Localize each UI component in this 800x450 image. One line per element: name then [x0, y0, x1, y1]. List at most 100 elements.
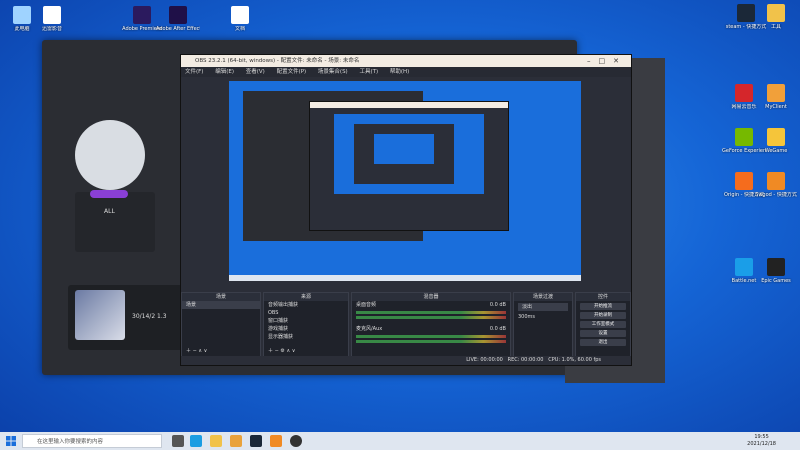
window-controls[interactable]: –□✕ — [587, 55, 627, 67]
app-icon — [231, 6, 249, 24]
app-icon — [13, 6, 31, 24]
app-icon — [133, 6, 151, 24]
start-recording-button[interactable]: 开始录制 — [580, 312, 626, 319]
start-streaming-button[interactable]: 开始推流 — [580, 303, 626, 310]
obs-title-bar: OBS 23.2.1 (64-bit, windows) - 配置文件: 未命名… — [181, 55, 631, 67]
app-icon — [767, 128, 785, 146]
desktop-icon-label: Epic Games — [761, 278, 791, 284]
desktop-icon[interactable]: WeGame — [754, 128, 798, 154]
source-item[interactable]: 音频输出捕获 — [264, 301, 348, 309]
mixer-dock-title: 混音器 — [352, 293, 510, 301]
windows-start-icon[interactable] — [6, 436, 16, 446]
task-view-icon[interactable] — [172, 435, 184, 447]
desktop-icon-label: 迅雷影音 — [41, 26, 62, 32]
app-icon[interactable] — [230, 435, 242, 447]
desktop-icon[interactable]: Epic Games — [754, 258, 798, 284]
app-icon — [767, 172, 785, 190]
user-rank-label: ALL — [104, 208, 115, 215]
app-icon — [767, 258, 785, 276]
user-stats: 30/14/2 1.3 — [132, 313, 167, 320]
menu-tools[interactable]: 工具(T) — [359, 69, 378, 75]
source-item[interactable]: 显示器捕获 — [264, 333, 348, 341]
app-icon — [735, 258, 753, 276]
clock-time: 19:55 — [754, 434, 769, 440]
taskbar: 在这里输入你要搜索的内容 19:55 2021/12/18 — [0, 432, 800, 450]
volume-slider[interactable] — [356, 316, 506, 319]
obs-status-bar: LIVE: 00:00:00 REC: 00:00:00 CPU: 1.0%, … — [181, 356, 631, 365]
volume-slider[interactable] — [356, 340, 506, 343]
mixer-channel-desktop: 桌面音频 0.0 dB — [352, 301, 510, 309]
channel-name: 麦克风/Aux — [356, 326, 383, 332]
exit-button[interactable]: 退出 — [580, 339, 626, 346]
profile-avatar — [75, 120, 145, 190]
taskbar-clock[interactable]: 19:55 2021/12/18 — [747, 434, 776, 448]
scene-item[interactable]: 场景 — [182, 301, 260, 309]
transition-select[interactable]: 淡出 — [518, 303, 568, 311]
sources-dock-title: 来源 — [264, 293, 348, 301]
desktop-icon[interactable]: 迅雷影音 — [30, 6, 74, 32]
clock-date: 2021/12/18 — [747, 441, 776, 447]
source-item[interactable]: 游戏捕获 — [264, 325, 348, 333]
desktop-icon-label: MyClient — [765, 104, 787, 110]
obs-icon[interactable] — [290, 435, 302, 447]
app-icon — [735, 128, 753, 146]
menu-profile[interactable]: 配置文件(P) — [277, 69, 307, 75]
sources-dock[interactable]: 来源 音频输出捕获 OBS 窗口捕获 游戏捕获 显示器捕获 ＋ − ⚙ ∧ ∨ — [263, 292, 349, 358]
menu-scene-collection[interactable]: 场景集合(S) — [318, 69, 348, 75]
desktop-icon-label: WeGame — [764, 148, 788, 154]
app-icon — [735, 84, 753, 102]
controls-dock[interactable]: 控件 开始推流 开始录制 工作室模式 设置 退出 — [575, 292, 631, 358]
obs-menu-bar: 文件(F) 编辑(E) 查看(V) 配置文件(P) 场景集合(S) 工具(T) … — [181, 67, 631, 77]
channel-level: 0.0 dB — [489, 302, 506, 308]
desktop-icon[interactable]: MyClient — [754, 84, 798, 110]
app-icon — [737, 4, 755, 22]
audio-mixer-dock[interactable]: 混音器 桌面音频 0.0 dB 麦克风/Aux 0.0 dB — [351, 292, 511, 358]
taskbar-search-input[interactable]: 在这里输入你要搜索的内容 — [22, 434, 162, 448]
desktop-icon-label: Swgod - 快捷方式 — [755, 192, 797, 198]
cpu-usage: CPU: 1.0%, 60.00 fps — [548, 357, 601, 363]
channel-name: 桌面音频 — [356, 302, 377, 308]
preview-nested-obs — [309, 101, 509, 231]
settings-button[interactable]: 设置 — [580, 330, 626, 337]
menu-help[interactable]: 帮助(H) — [390, 69, 409, 75]
transition-duration[interactable]: 300ms — [514, 313, 572, 321]
obs-window[interactable]: OBS 23.2.1 (64-bit, windows) - 配置文件: 未命名… — [180, 54, 632, 366]
app-icon — [767, 84, 785, 102]
source-item[interactable]: 窗口捕获 — [264, 317, 348, 325]
rec-time: REC: 00:00:00 — [507, 357, 544, 363]
desktop-icon[interactable]: 文档 — [218, 6, 262, 32]
studio-mode-button[interactable]: 工作室模式 — [580, 321, 626, 328]
edge-icon[interactable] — [190, 435, 202, 447]
source-item[interactable]: OBS — [264, 309, 348, 317]
sources-toolbar[interactable]: ＋ − ⚙ ∧ ∨ — [264, 347, 299, 355]
obs-preview[interactable] — [229, 81, 581, 281]
file-explorer-icon[interactable] — [210, 435, 222, 447]
desktop-icon-label: 工具 — [770, 24, 781, 30]
scenes-toolbar[interactable]: ＋ − ∧ ∨ — [182, 347, 211, 355]
scenes-dock[interactable]: 场景 场景 ＋ − ∧ ∨ — [181, 292, 261, 358]
scenes-dock-title: 场景 — [182, 293, 260, 301]
live-time: LIVE: 00:00:00 — [466, 357, 503, 363]
app-icon — [169, 6, 187, 24]
obs-title: OBS 23.2.1 (64-bit, windows) - 配置文件: 未命名… — [195, 58, 360, 64]
preview-taskbar — [229, 275, 581, 281]
menu-edit[interactable]: 编辑(E) — [215, 69, 234, 75]
app-icon — [767, 4, 785, 22]
transitions-dock[interactable]: 场景过渡 淡出 300ms — [513, 292, 573, 358]
desktop-icon[interactable]: 工具 — [754, 4, 798, 30]
app-icon — [735, 172, 753, 190]
app-icon[interactable] — [270, 435, 282, 447]
rank-card — [75, 192, 155, 252]
desktop-icon-label: 文档 — [234, 26, 245, 32]
mixer-channel-mic: 麦克风/Aux 0.0 dB — [352, 325, 510, 333]
desktop-icon[interactable]: Swgod - 快捷方式 — [754, 172, 798, 198]
transitions-dock-title: 场景过渡 — [514, 293, 572, 301]
menu-view[interactable]: 查看(V) — [246, 69, 265, 75]
steam-icon[interactable] — [250, 435, 262, 447]
desktop-icon-label: Adobe After Effects — [156, 26, 200, 32]
controls-dock-title: 控件 — [576, 293, 630, 301]
channel-level: 0.0 dB — [489, 326, 506, 332]
desktop-icon[interactable]: Adobe After Effects — [156, 6, 200, 32]
volume-meter — [356, 335, 506, 338]
menu-file[interactable]: 文件(F) — [185, 69, 203, 75]
